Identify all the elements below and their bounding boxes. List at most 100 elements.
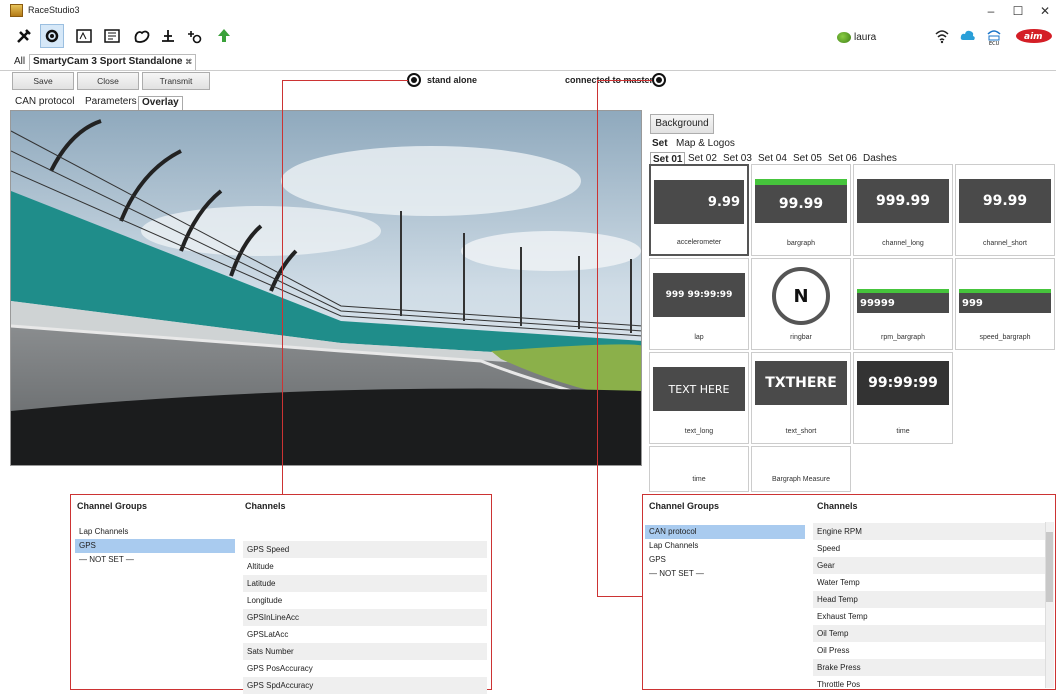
widget-preview: 999 99:99:99 [653,273,745,317]
connected-radio[interactable] [652,73,666,87]
widget-text-long[interactable]: TEXT HERE text_long [649,352,749,444]
wifi-icon[interactable] [934,28,950,46]
list-item[interactable]: Exhaust Temp [813,608,1045,625]
list-item[interactable]: GPS SpdAccuracy [243,677,487,694]
connector-line [597,596,642,597]
widget-caption: rpm_bargraph [881,334,925,341]
widget-caption: time [896,428,910,435]
wrench-icon[interactable] [12,24,36,48]
list-item[interactable]: Sats Number [243,643,487,660]
widget-caption: time [692,476,706,483]
widget-caption: channel_short [983,240,1027,247]
track-icon[interactable] [130,24,154,48]
list-item[interactable]: — NOT SET — [645,567,805,581]
list-item[interactable]: GPS PosAccuracy [243,660,487,677]
list-item[interactable]: Latitude [243,575,487,592]
background-button[interactable]: Background [650,114,714,134]
widget-time[interactable]: 99:99:99 time [853,352,953,444]
widget-grid: 9.99 accelerometer 99.99 bargraph 999.99… [647,164,1056,494]
title-bar [0,0,1056,24]
widget-caption: bargraph [786,240,816,247]
user-avatar-icon[interactable] [837,32,851,43]
tab-overlay[interactable]: Overlay [138,96,183,110]
svg-text:ECU: ECU [989,41,1000,45]
widget-preview: 999 [959,289,1051,313]
widget-value: 999 [962,297,983,309]
standalone-label: stand alone [427,75,478,85]
scrollbar-thumb[interactable] [1046,532,1053,602]
ecu-icon[interactable]: ECU [985,27,1003,47]
list-item[interactable]: Head Temp [813,591,1045,608]
widget-text-short[interactable]: TXTHERE text_short [751,352,851,444]
list-item[interactable]: Lap Channels [645,539,805,553]
widget-preview: 9.99 [654,180,744,224]
widget-value: 99.99 [778,196,824,212]
maximize-button[interactable]: ☐ [1003,3,1033,19]
channel-groups-header: Channel Groups [77,501,148,511]
connector-line [282,80,408,81]
list-item[interactable]: Altitude [243,558,487,575]
list-item[interactable]: Lap Channels [75,525,235,539]
close-button[interactable]: Close [77,72,139,90]
user-name[interactable]: laura [854,32,876,43]
list-item[interactable]: Longitude [243,592,487,609]
cloud-icon[interactable] [960,29,976,45]
widget-bargraph-measure[interactable]: Bargraph Measure [751,446,851,492]
widget-caption: accelerometer [676,239,722,246]
list-item[interactable]: GPSInLineAcc [243,609,487,626]
close-window-button[interactable]: ✕ [1030,3,1056,19]
list-item[interactable]: CAN protocol [645,525,805,539]
list-item[interactable]: Water Temp [813,574,1045,591]
tab-divider [0,70,1056,71]
widget-time-2[interactable]: time [649,446,749,492]
widget-caption: text_short [785,428,817,435]
widget-ringbar[interactable]: N ringbar [751,258,851,350]
list-item[interactable]: Oil Press [813,642,1045,659]
save-button[interactable]: Save [12,72,74,90]
list-item[interactable]: GPSLatAcc [243,626,487,643]
list-item[interactable]: — NOT SET — [75,553,235,567]
widget-bargraph[interactable]: 99.99 bargraph [751,164,851,256]
video-preview[interactable] [10,110,642,466]
add-device-icon[interactable] [182,24,206,48]
widget-speed-bargraph[interactable]: 999 speed_bargraph [955,258,1055,350]
list-item[interactable]: Gear [813,557,1045,574]
widget-value: TXTHERE [765,375,837,391]
connector-line [282,80,283,494]
standalone-channel-panel: Channel Groups Channels Lap Channels GPS… [70,494,492,694]
logger-icon[interactable] [100,24,124,48]
standalone-radio[interactable] [407,73,421,87]
widget-accelerometer[interactable]: 9.99 accelerometer [649,164,749,256]
widget-lap[interactable]: 999 99:99:99 lap [649,258,749,350]
close-tab-icon[interactable]: ⌘ [185,59,192,66]
list-item[interactable]: GPS [75,539,235,553]
list-item[interactable]: Speed [813,540,1045,557]
list-item[interactable]: GPS [645,553,805,567]
list-item[interactable]: Oil Temp [813,625,1045,642]
dash-icon[interactable] [72,24,96,48]
tab-smartycam-standalone[interactable]: SmartyCam 3 Sport Standalone ⌘ [29,54,197,70]
channels-header: Channels [245,501,286,511]
tab-all[interactable]: All [10,54,29,70]
list-item[interactable]: Brake Press [813,659,1045,676]
list-item[interactable]: Throttle Pos [813,676,1045,693]
channel-group-list: Lap Channels GPS — NOT SET — [75,525,235,567]
list-item[interactable]: GPS Speed [243,541,487,558]
widget-channel-short[interactable]: 99.99 channel_short [955,164,1055,256]
widget-preview: 99.99 [755,179,847,223]
widget-preview: 99:99:99 [857,361,949,405]
antenna-icon[interactable] [156,24,180,48]
minimize-button[interactable]: – [976,3,1006,19]
tab-parameters[interactable]: Parameters [82,96,140,110]
tab-can-protocol[interactable]: CAN protocol [12,96,77,110]
widget-value: TEXT HERE [668,382,730,396]
tab-map-logos[interactable]: Map & Logos [674,137,737,150]
tab-set[interactable]: Set [650,137,670,150]
update-icon[interactable] [212,24,236,48]
transmit-button[interactable]: Transmit [142,72,210,90]
connector-line [597,80,598,596]
widget-rpm-bargraph[interactable]: 99999 rpm_bargraph [853,258,953,350]
widget-channel-long[interactable]: 999.99 channel_long [853,164,953,256]
device-config-icon[interactable] [40,24,64,48]
list-item[interactable]: Engine RPM [813,523,1045,540]
